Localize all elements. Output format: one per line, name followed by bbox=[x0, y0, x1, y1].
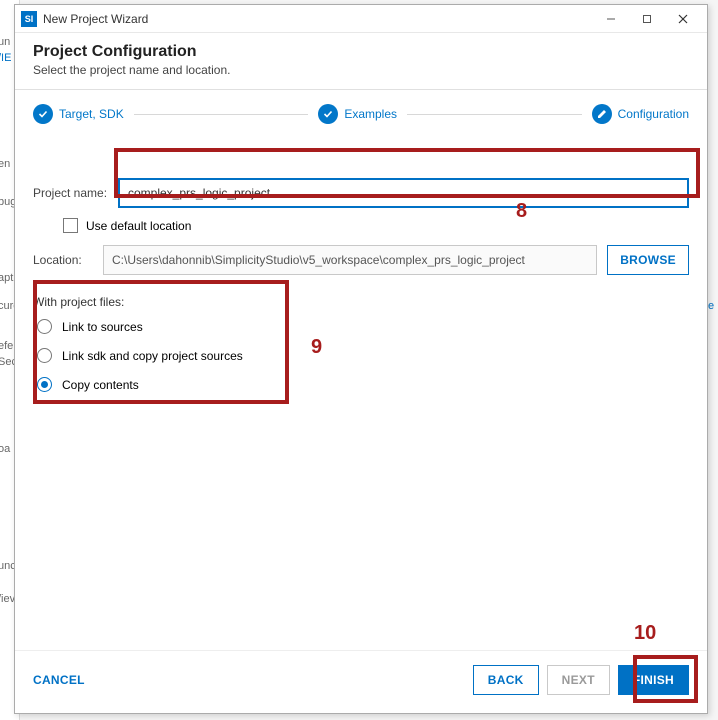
step-label: Target, SDK bbox=[59, 107, 124, 121]
location-row: Location: BROWSE bbox=[33, 245, 689, 275]
page-title: Project Configuration bbox=[33, 43, 689, 61]
minimize-icon bbox=[606, 14, 616, 24]
radio-label: Copy contents bbox=[62, 378, 139, 392]
radio-icon[interactable] bbox=[37, 319, 52, 334]
titlebar: SI New Project Wizard bbox=[15, 5, 707, 33]
maximize-button[interactable] bbox=[629, 7, 665, 31]
wizard-steps: Target, SDK Examples Configuration bbox=[15, 90, 707, 140]
dialog-body: Project name: Use default location Locat… bbox=[15, 140, 707, 650]
dialog-footer: CANCEL BACK NEXT FINISH bbox=[15, 650, 707, 713]
project-name-label: Project name: bbox=[33, 186, 118, 200]
back-button[interactable]: BACK bbox=[473, 665, 539, 695]
browse-button[interactable]: BROWSE bbox=[607, 245, 689, 275]
next-button: NEXT bbox=[547, 665, 610, 695]
step-examples[interactable]: Examples bbox=[318, 104, 397, 124]
dialog-header: Project Configuration Select the project… bbox=[15, 33, 707, 90]
check-icon bbox=[33, 104, 53, 124]
location-input[interactable] bbox=[103, 245, 597, 275]
radio-icon[interactable] bbox=[37, 348, 52, 363]
use-default-location-label: Use default location bbox=[86, 219, 191, 233]
app-icon: SI bbox=[21, 11, 37, 27]
radio-copy-contents[interactable]: Copy contents bbox=[37, 377, 689, 392]
use-default-location-row[interactable]: Use default location bbox=[63, 218, 689, 233]
project-name-row: Project name: bbox=[33, 178, 689, 208]
page-subtitle: Select the project name and location. bbox=[33, 63, 689, 77]
pencil-icon bbox=[592, 104, 612, 124]
project-files-label: With project files: bbox=[33, 295, 689, 309]
radio-label: Link sdk and copy project sources bbox=[62, 349, 243, 363]
checkbox-icon[interactable] bbox=[63, 218, 78, 233]
radio-link-sdk-copy[interactable]: Link sdk and copy project sources bbox=[37, 348, 689, 363]
new-project-wizard-dialog: SI New Project Wizard Project Configurat… bbox=[14, 4, 708, 714]
close-button[interactable] bbox=[665, 7, 701, 31]
finish-button[interactable]: FINISH bbox=[618, 665, 689, 695]
step-configuration[interactable]: Configuration bbox=[592, 104, 689, 124]
step-label: Configuration bbox=[618, 107, 689, 121]
location-label: Location: bbox=[33, 253, 103, 267]
project-name-input[interactable] bbox=[118, 178, 689, 208]
step-target-sdk[interactable]: Target, SDK bbox=[33, 104, 124, 124]
maximize-icon bbox=[642, 14, 652, 24]
minimize-button[interactable] bbox=[593, 7, 629, 31]
radio-icon[interactable] bbox=[37, 377, 52, 392]
radio-label: Link to sources bbox=[62, 320, 143, 334]
radio-link-sources[interactable]: Link to sources bbox=[37, 319, 689, 334]
close-icon bbox=[678, 14, 688, 24]
step-label: Examples bbox=[344, 107, 397, 121]
cancel-button[interactable]: CANCEL bbox=[33, 665, 99, 695]
check-icon bbox=[318, 104, 338, 124]
window-title: New Project Wizard bbox=[43, 12, 593, 26]
